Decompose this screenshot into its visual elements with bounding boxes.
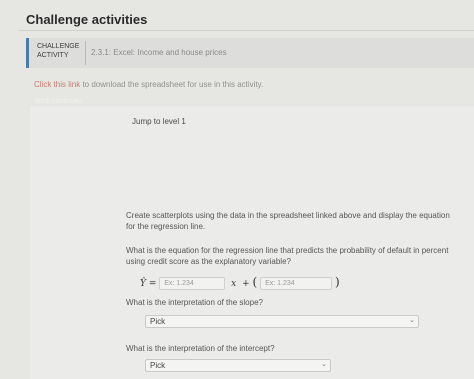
regression-equation: Ŷ = Ex: 1.234 x + ( Ex: 1.234 ): [140, 275, 340, 291]
intercept-input[interactable]: Ex: 1.234: [260, 277, 333, 290]
slope-input[interactable]: Ex: 1.234: [159, 277, 226, 290]
challenge-activity-label: CHALLENGE ACTIVITY: [37, 43, 80, 59]
slope-question: What is the interpretation of the slope?: [126, 298, 263, 307]
download-text: to download the spreadsheet for use in t…: [80, 80, 264, 89]
slope-select-value: Pick: [150, 317, 166, 326]
x-variable: x: [231, 279, 237, 289]
instructions-text: Create scatterplots using the data in th…: [126, 211, 450, 231]
activity-panel: [30, 106, 474, 379]
equals-sign: =: [148, 279, 157, 289]
jump-to-level-button[interactable]: Jump to level 1: [132, 117, 186, 126]
chevron-down-icon: ⌄: [409, 317, 415, 324]
open-paren: (: [252, 275, 258, 289]
close-paren: ): [334, 275, 340, 289]
slope-interpretation-select[interactable]: Pick ⌄: [145, 315, 419, 328]
download-link[interactable]: Click this link: [34, 80, 80, 89]
intercept-question: What is the interpretation of the interc…: [126, 344, 275, 353]
intercept-select-value: Pick: [150, 361, 166, 370]
intercept-interpretation-select[interactable]: Pick ⌄: [145, 359, 331, 372]
plus-sign: +: [242, 279, 250, 289]
faint-link[interactable]: Work continues: [34, 98, 82, 105]
equation-question: What is the equation for the regression …: [126, 246, 449, 266]
divider: [18, 30, 474, 31]
download-instructions: Click this link to download the spreadsh…: [34, 80, 263, 89]
challenge-activity-header: CHALLENGE ACTIVITY 2.3.1: Excel: Income …: [26, 38, 474, 68]
chevron-down-icon: ⌄: [321, 361, 327, 368]
header-separator: [85, 41, 86, 65]
page-title: Challenge activities: [26, 12, 148, 27]
y-hat-symbol: Ŷ: [140, 279, 146, 289]
challenge-activity-title: 2.3.1: Excel: Income and house prices: [91, 48, 227, 57]
